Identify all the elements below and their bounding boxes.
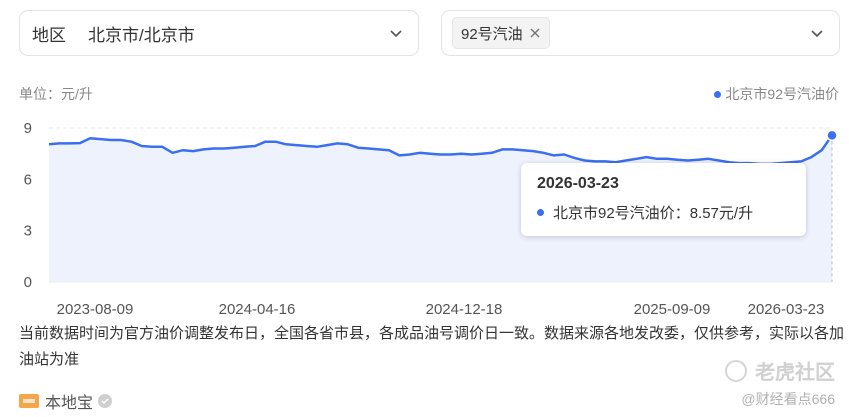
close-icon[interactable] — [529, 27, 541, 39]
watermark-text: 老虎社区 — [755, 362, 835, 384]
chevron-down-icon[interactable] — [809, 25, 825, 41]
verified-icon — [98, 394, 113, 408]
chart-tooltip: 2026-03-23 北京市92号汽油价： 8.57元/升 — [521, 163, 806, 236]
y-tick-label: 0 — [24, 274, 32, 291]
y-tick-label: 6 — [24, 171, 32, 188]
brand-logo-icon — [19, 394, 39, 408]
tooltip-series: 北京市92号汽油价 — [553, 205, 675, 222]
chevron-down-icon[interactable] — [388, 25, 404, 41]
tooltip-row: 北京市92号汽油价： 8.57元/升 — [537, 202, 790, 223]
fuel-select[interactable]: 92号汽油 — [441, 10, 840, 56]
tooltip-date: 2026-03-23 — [537, 175, 619, 192]
x-tick-label: 2024-04-16 — [219, 301, 296, 318]
region-label: 地区 — [32, 25, 66, 45]
x-tick-label: 2023-08-09 — [57, 301, 134, 318]
watermark: 老虎社区 — [725, 356, 835, 385]
tooltip-value: 8.57元/升 — [689, 205, 754, 222]
fuel-tag-label: 92号汽油 — [461, 25, 523, 43]
x-tick-label: 2024-12-18 — [426, 301, 503, 318]
tooltip-separator: ： — [674, 205, 690, 222]
region-value: 北京市/北京市 — [88, 25, 195, 45]
brand-name: 本地宝 — [45, 395, 94, 412]
data-point — [826, 129, 838, 142]
x-tick-label: 2025-09-09 — [634, 301, 711, 318]
x-tick-label: 2026-03-23 — [748, 301, 825, 318]
region-select[interactable]: 地区 北京市/北京市 — [19, 10, 419, 56]
fuel-tag: 92号汽油 — [452, 17, 550, 49]
watermark-author: @财经看点666 — [741, 391, 835, 407]
brand[interactable]: 本地宝 — [19, 389, 113, 413]
tiger-logo-icon — [725, 359, 747, 382]
tooltip-dot-icon — [537, 209, 544, 216]
y-tick-label: 9 — [24, 120, 32, 137]
y-tick-label: 3 — [24, 223, 32, 240]
